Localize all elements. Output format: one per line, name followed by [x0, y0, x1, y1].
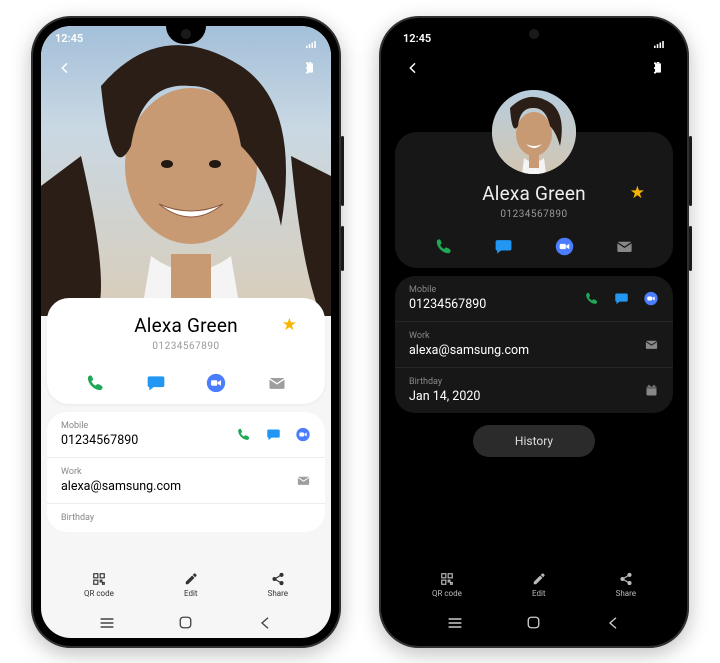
qr-icon	[440, 572, 454, 586]
work-value: alexa@samsung.com	[409, 343, 529, 358]
birthday-row[interactable]: Birthday	[47, 504, 325, 532]
call-button[interactable]	[430, 234, 456, 260]
work-label: Work	[409, 331, 529, 341]
phone-light-frame: 12:45	[31, 16, 341, 648]
mobile-row[interactable]: Mobile 01234567890	[47, 412, 325, 458]
mobile-value: 01234567890	[409, 297, 486, 312]
nav-back-button[interactable]	[604, 614, 622, 632]
birthday-value: Jan 14, 2020	[409, 389, 480, 404]
share-button[interactable]: Share	[616, 572, 636, 598]
birthday-label: Birthday	[61, 513, 94, 523]
work-row[interactable]: Work alexa@samsung.com	[47, 458, 325, 504]
row-call-icon[interactable]	[235, 426, 251, 442]
wifi-icon	[306, 26, 317, 27]
email-button[interactable]	[264, 370, 290, 396]
mobile-value: 01234567890	[61, 433, 138, 448]
content-light: Alexa Green ★ 01234567890	[41, 298, 331, 562]
call-button[interactable]	[82, 370, 108, 396]
row-email-icon[interactable]	[643, 336, 659, 352]
more-button[interactable]	[293, 54, 321, 82]
edit-icon	[532, 572, 546, 586]
email-button[interactable]	[612, 234, 638, 260]
back-button[interactable]	[399, 54, 427, 82]
edit-button[interactable]: Edit	[184, 572, 198, 598]
mobile-label: Mobile	[61, 421, 138, 431]
bottom-bar: QR code Edit Share	[389, 562, 679, 608]
work-value: alexa@samsung.com	[61, 479, 181, 494]
favorite-star-icon[interactable]: ★	[630, 183, 645, 203]
system-nav	[389, 608, 679, 638]
more-button[interactable]	[641, 54, 669, 82]
contact-photo-hero: 12:45	[41, 26, 331, 298]
row-call-icon[interactable]	[583, 290, 599, 306]
qr-icon	[92, 572, 106, 586]
volume-button[interactable]	[341, 136, 344, 206]
qr-code-button[interactable]: QR code	[84, 572, 114, 598]
edit-icon	[184, 572, 198, 586]
row-message-icon[interactable]	[265, 426, 281, 442]
wifi-icon	[654, 26, 665, 27]
content-dark: Alexa Green ★ 01234567890 Mobile 0123456…	[389, 84, 679, 562]
contact-name: Alexa Green	[482, 182, 586, 205]
contact-details: Mobile 01234567890 Work alexa@samsung.co…	[395, 276, 673, 413]
top-bar	[41, 52, 331, 84]
power-button[interactable]	[689, 226, 692, 271]
row-email-icon[interactable]	[295, 472, 311, 488]
volume-button[interactable]	[689, 136, 692, 206]
recents-button[interactable]	[446, 614, 464, 632]
action-row	[61, 370, 311, 396]
phone-dark-frame: 12:45	[379, 16, 689, 648]
contact-number: 01234567890	[61, 341, 311, 352]
power-button[interactable]	[341, 226, 344, 271]
birthday-label: Birthday	[409, 377, 480, 387]
edit-button[interactable]: Edit	[532, 572, 546, 598]
row-video-icon[interactable]	[295, 426, 311, 442]
history-button[interactable]: History	[473, 425, 595, 457]
action-row	[409, 234, 659, 260]
birthday-row[interactable]: Birthday Jan 14, 2020	[395, 368, 673, 413]
top-bar	[389, 52, 679, 84]
message-button[interactable]	[143, 370, 169, 396]
home-button[interactable]	[177, 614, 195, 632]
back-button[interactable]	[51, 54, 79, 82]
share-icon	[619, 572, 633, 586]
home-button[interactable]	[525, 614, 543, 632]
calendar-icon[interactable]	[643, 382, 659, 398]
work-row[interactable]: Work alexa@samsung.com	[395, 322, 673, 368]
screen-dark: 12:45	[389, 26, 679, 638]
recents-button[interactable]	[98, 614, 116, 632]
video-button[interactable]	[203, 370, 229, 396]
contact-header-card: Alexa Green ★ 01234567890	[47, 298, 325, 404]
favorite-star-icon[interactable]: ★	[282, 315, 297, 335]
mobile-row[interactable]: Mobile 01234567890	[395, 276, 673, 322]
status-time: 12:45	[403, 32, 431, 45]
video-button[interactable]	[551, 234, 577, 260]
share-button[interactable]: Share	[268, 572, 288, 598]
mobile-label: Mobile	[409, 285, 486, 295]
screen-light: 12:45	[41, 26, 331, 638]
contact-details: Mobile 01234567890 Work alexa@samsung.co…	[47, 412, 325, 532]
status-time: 12:45	[55, 32, 83, 45]
system-nav	[41, 608, 331, 638]
bottom-bar: QR code Edit Share	[41, 562, 331, 608]
row-message-icon[interactable]	[613, 290, 629, 306]
contact-number: 01234567890	[409, 209, 659, 220]
nav-back-button[interactable]	[256, 614, 274, 632]
signal-icon	[654, 40, 665, 49]
work-label: Work	[61, 467, 181, 477]
contact-avatar[interactable]	[492, 90, 576, 174]
avatar-illustration	[492, 90, 576, 174]
qr-code-button[interactable]: QR code	[432, 572, 462, 598]
share-icon	[271, 572, 285, 586]
message-button[interactable]	[491, 234, 517, 260]
row-video-icon[interactable]	[643, 290, 659, 306]
contact-name: Alexa Green	[134, 314, 238, 337]
signal-icon	[306, 40, 317, 49]
